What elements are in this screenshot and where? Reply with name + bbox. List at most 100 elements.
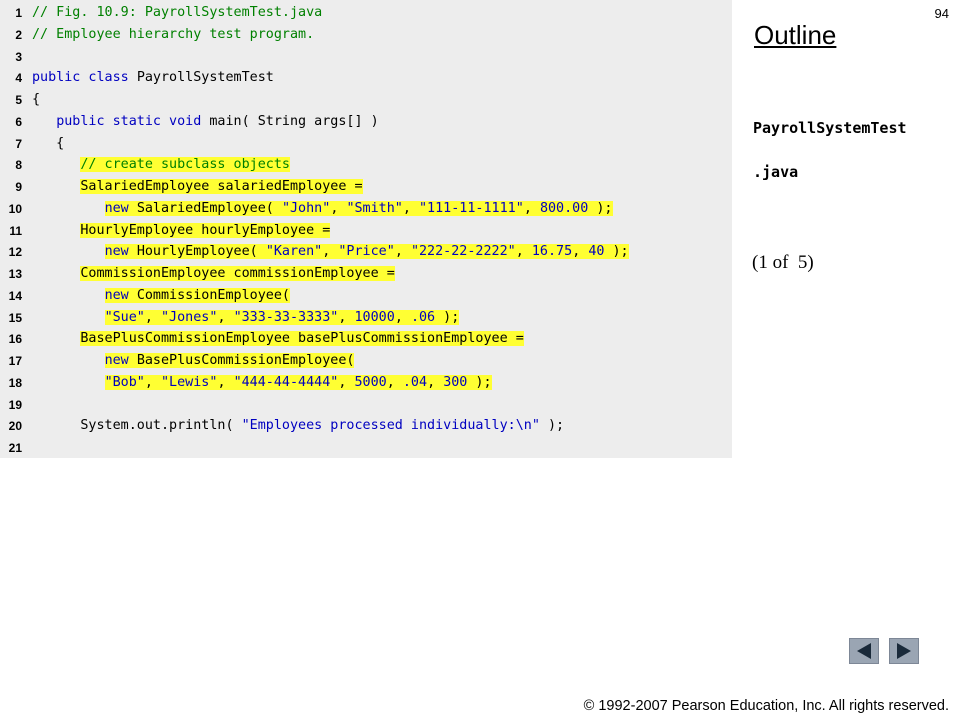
code-token: 800.00 [539,200,589,216]
code-token: 5000 [354,374,387,390]
next-slide-button[interactable] [889,638,919,664]
code-token: "333-33-3333" [233,309,339,325]
code-token: SalariedEmployee( [136,200,282,216]
line-number: 18 [8,375,22,390]
code-token: "Karen" [265,244,323,260]
part-indicator: (1 of 5) [752,252,814,273]
code-line: 10 new SalariedEmployee( "John", "Smith"… [0,198,732,220]
code-token: ); [467,374,492,390]
code-token: SalariedEmployee salariedEmployee = [80,179,363,194]
code-token: HourlyEmployee hourlyEmployee = [80,222,331,238]
code-token: // Fig. 10.9: PayrollSystemTest.java [32,5,323,20]
line-number: 19 [8,397,22,412]
line-number: 4 [15,71,22,86]
code-token: , [386,374,403,390]
code-token: PayrollSystemTest [136,70,274,86]
code-line: 16 BasePlusCommissionEmployee basePlusCo… [0,328,732,350]
code-token: new [104,244,137,260]
code-token: public class [32,70,137,86]
line-number: 8 [15,158,22,173]
line-number: 21 [8,441,22,455]
code-line: 12 new HourlyEmployee( "Karen", "Price",… [0,241,732,263]
code-token: "Smith" [346,200,403,216]
code-token: CommissionEmployee commissionEmployee = [80,266,395,281]
code-token: ); [539,418,565,434]
triangle-right-icon [897,643,911,659]
code-token: , [217,374,234,390]
line-code: CommissionEmployee commissionEmployee = [32,263,395,285]
line-code: SalariedEmployee salariedEmployee = [32,176,363,198]
code-token: { [32,92,41,107]
code-token: , [394,309,411,325]
code-token: "222-22-2222" [410,244,516,260]
code-token: HourlyEmployee( [136,244,266,260]
code-token: , [515,244,532,260]
line-code: { [32,89,40,111]
code-line: 6 public static void main( String args[]… [0,111,732,133]
line-number: 15 [8,310,22,325]
code-token: CommissionEmployee( [136,287,290,303]
code-token: "Sue" [104,309,145,325]
code-line: 9 SalariedEmployee salariedEmployee = [0,176,732,198]
line-code: // create subclass objects [32,154,290,176]
code-token: "Price" [338,244,395,260]
code-token: , [144,374,161,390]
line-number: 17 [8,354,22,368]
line-number: 11 [9,223,22,238]
code-line: 3 [0,46,732,68]
line-number: 7 [15,136,22,151]
line-code: "Sue", "Jones", "333-33-3333", 10000, .0… [32,307,460,329]
code-token: BasePlusCommissionEmployee basePlusCommi… [80,331,524,347]
line-code: System.out.println( "Employees processed… [32,415,564,437]
code-token: public static void [56,113,210,129]
code-line: 11 HourlyEmployee hourlyEmployee = [0,220,732,242]
code-token: "111-11-1111" [419,200,524,216]
code-token: , [144,309,161,325]
code-token: , [338,309,355,325]
line-code: new HourlyEmployee( "Karen", "Price", "2… [32,241,629,263]
line-code: public static void main( String args[] ) [32,111,379,133]
code-line: 15 "Sue", "Jones", "333-33-3333", 10000,… [0,307,732,329]
code-line: 13 CommissionEmployee commissionEmployee… [0,263,732,285]
code-token: System.out.println( [32,418,242,434]
line-number: 12 [8,245,22,260]
code-token: ); [604,244,629,260]
code-token: , [427,374,444,390]
line-number: 10 [8,201,22,216]
code-token: "John" [281,200,331,216]
line-number: 13 [8,267,22,281]
line-number: 2 [15,27,22,42]
line-code: "Bob", "Lewis", "444-44-4444", 5000, .04… [32,372,492,394]
code-line: 8 // create subclass objects [0,154,732,176]
code-token: "Jones" [161,309,218,325]
code-token: ); [588,200,613,216]
outline-title[interactable]: Outline [754,20,836,51]
line-code: // Fig. 10.9: PayrollSystemTest.java [32,2,322,24]
line-number: 1 [15,6,22,20]
code-listing: 1 // Fig. 10.9: PayrollSystemTest.java 2 //… [0,0,732,458]
previous-slide-button[interactable] [849,638,879,664]
code-token: "444-44-4444" [233,374,339,390]
line-code: public class PayrollSystemTest [32,67,274,89]
code-token: { [32,135,65,151]
line-code: BasePlusCommissionEmployee basePlusCommi… [32,328,524,350]
code-token: , [402,200,419,216]
slide-number: 94 [934,6,949,21]
code-token: .04 [402,374,428,390]
line-number: 3 [15,49,22,64]
code-token: 40 [588,244,605,260]
code-token: "Bob" [104,374,145,390]
code-line: 20 System.out.println( "Employees proces… [0,415,732,437]
code-token: "Employees processed individually:\n" [241,418,540,434]
code-token: ); [435,309,460,325]
code-token: .06 [410,309,436,325]
code-line: 21 [0,437,732,459]
